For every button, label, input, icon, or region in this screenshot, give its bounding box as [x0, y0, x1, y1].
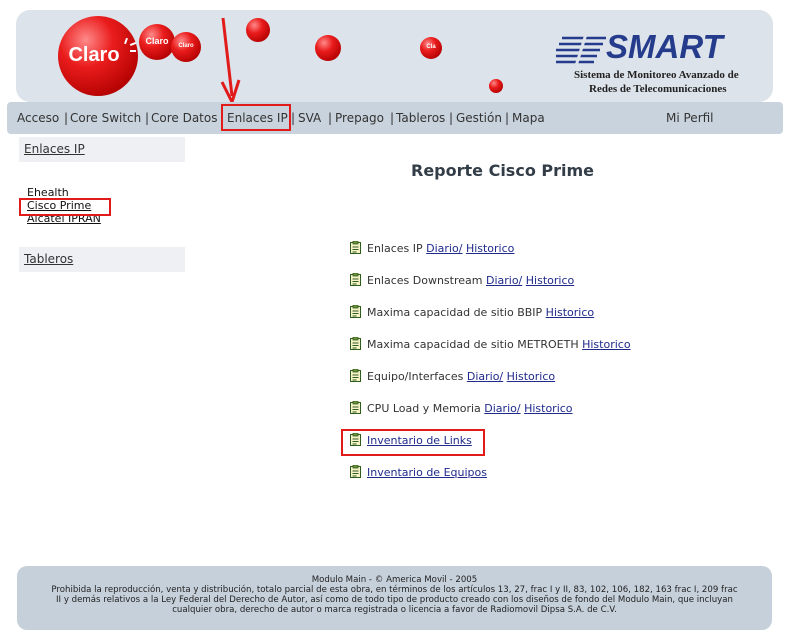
- sidebar-heading-tableros[interactable]: Tableros: [24, 252, 73, 266]
- footer: Modulo Main - © America Movil - 2005 Pro…: [17, 566, 772, 630]
- decor-ball-3: Cla: [420, 37, 442, 59]
- report-label: Maxima capacidad de sitio METROETH: [367, 338, 579, 351]
- clipboard-icon: [350, 272, 361, 286]
- clipboard-icon: [350, 304, 361, 318]
- report-link[interactable]: Diario/: [484, 402, 520, 415]
- claro-ball-text-2: Claro: [178, 43, 194, 49]
- nav-core-switch[interactable]: Core Switch: [70, 111, 141, 125]
- nav-separator: |: [449, 111, 454, 125]
- report-item: Maxima capacidad de sitio METROETH Histo…: [367, 338, 631, 351]
- report-item: Enlaces IP Diario/ Historico: [367, 242, 514, 255]
- claro-ball-small-1: Claro: [139, 24, 175, 60]
- report-link[interactable]: Historico: [546, 306, 594, 319]
- claro-logo: Claro: [58, 16, 138, 96]
- nav-tableros[interactable]: Tableros: [396, 111, 445, 125]
- claro-ball-text-1: Claro: [145, 36, 169, 46]
- report-link[interactable]: Diario/: [467, 370, 503, 383]
- nav-separator: |: [64, 111, 69, 125]
- clipboard-icon: [350, 336, 361, 350]
- nav-sva[interactable]: SVA: [298, 111, 321, 125]
- report-item: Enlaces Downstream Diario/ Historico: [367, 274, 574, 287]
- clipboard-icon: [350, 400, 361, 414]
- footer-line-1: Modulo Main - © America Movil - 2005: [311, 575, 478, 585]
- report-item: Maxima capacidad de sitio BBIP Historico: [367, 306, 594, 319]
- nav-separator: |: [145, 111, 150, 125]
- nav-gestion[interactable]: Gestión: [456, 111, 502, 125]
- clipboard-icon: [350, 368, 361, 382]
- report-link[interactable]: Historico: [526, 274, 574, 287]
- highlight-enlaces-ip: [221, 104, 291, 131]
- report-link[interactable]: Diario/: [426, 242, 462, 255]
- highlight-cisco-prime: [19, 198, 111, 216]
- nav-separator: |: [291, 111, 296, 125]
- clipboard-icon: [350, 464, 361, 478]
- decor-ball-2: [315, 35, 341, 61]
- highlight-inventario-links: [341, 429, 485, 456]
- nav-core-datos[interactable]: Core Datos: [151, 111, 217, 125]
- nav-mi-perfil[interactable]: Mi Perfil: [666, 111, 714, 125]
- report-label: Enlaces IP: [367, 242, 423, 255]
- smart-lines-icon: [556, 33, 606, 66]
- main-nav: Acceso | Core Switch | Core Datos Enlace…: [7, 102, 783, 134]
- report-label: Maxima capacidad de sitio BBIP: [367, 306, 543, 319]
- report-link[interactable]: Diario/: [486, 274, 522, 287]
- nav-separator: |: [390, 111, 395, 125]
- smart-subtitle-1: Sistema de Monitoreo Avanzado de: [574, 69, 739, 81]
- report-label: Enlaces Downstream: [367, 274, 483, 287]
- report-item: Equipo/Interfaces Diario/ Historico: [367, 370, 555, 383]
- nav-separator: |: [505, 111, 510, 125]
- nav-mapa[interactable]: Mapa: [512, 111, 545, 125]
- nav-acceso[interactable]: Acceso: [17, 111, 59, 125]
- clipboard-icon: [350, 240, 361, 254]
- report-link[interactable]: Inventario de Equipos: [367, 466, 487, 479]
- claro-ball-small-2: Claro: [171, 32, 201, 62]
- report-item: Inventario de Equipos: [367, 466, 487, 479]
- report-link[interactable]: Historico: [507, 370, 555, 383]
- red-arrow-icon: [220, 17, 241, 106]
- report-label: CPU Load y Memoria: [367, 402, 481, 415]
- page-title: Reporte Cisco Prime: [411, 161, 594, 180]
- footer-line-2: Prohibida la reproducción, venta y distr…: [51, 585, 738, 595]
- sidebar-section-tableros: Tableros: [19, 247, 185, 272]
- nav-prepago[interactable]: Prepago: [335, 111, 384, 125]
- smart-brand: SMART: [606, 28, 723, 65]
- report-item: CPU Load y Memoria Diario/ Historico: [367, 402, 573, 415]
- report-label: Equipo/Interfaces: [367, 370, 464, 383]
- nav-separator: |: [328, 111, 333, 125]
- report-link[interactable]: Historico: [466, 242, 514, 255]
- claro-rays: [123, 37, 137, 56]
- claro-ball-text-3: Cla: [426, 44, 436, 50]
- decor-ball-4: [489, 79, 503, 93]
- footer-line-4: cualquier obra, derecho de autor o marca…: [172, 605, 617, 615]
- report-link[interactable]: Historico: [524, 402, 572, 415]
- footer-line-3: II y demás relativos a la Ley Federal de…: [56, 595, 733, 605]
- smart-subtitle-2: Redes de Telecomunicaciones: [589, 83, 727, 95]
- sidebar-heading-enlaces-ip[interactable]: Enlaces IP: [24, 142, 85, 156]
- header-banner: Claro Claro Claro Cla SMART Sistema de M…: [16, 10, 773, 102]
- report-link[interactable]: Historico: [582, 338, 630, 351]
- decor-ball-1: [246, 18, 270, 42]
- sidebar-section-enlaces-ip: Enlaces IP: [19, 137, 185, 162]
- claro-logo-text: Claro: [68, 44, 120, 66]
